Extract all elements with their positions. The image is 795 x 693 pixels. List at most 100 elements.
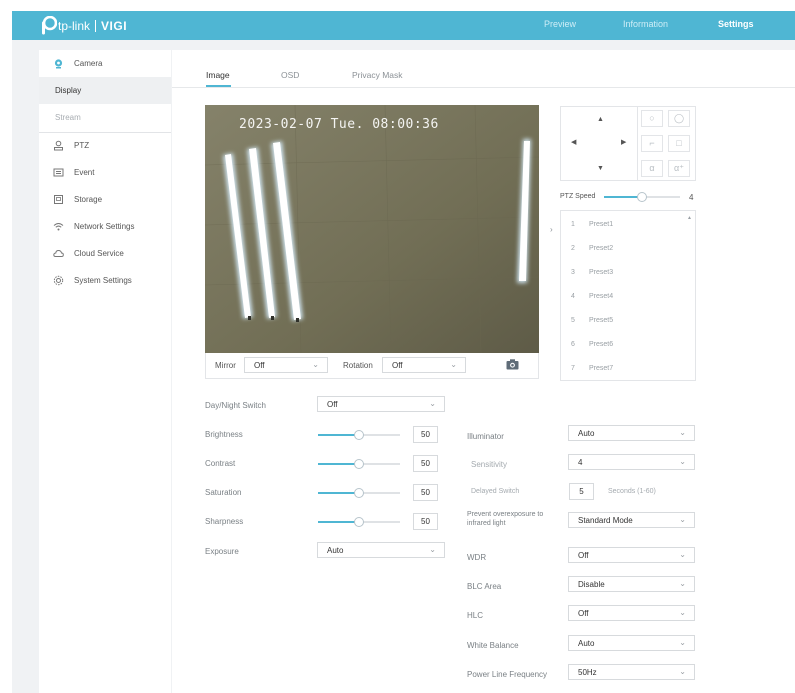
list-item[interactable]: 5 Preset5 <box>561 309 693 333</box>
power-line-frequency-label: Power Line Frequency <box>467 670 548 679</box>
list-item[interactable]: 4 Preset4 <box>561 285 693 309</box>
camera-scene <box>205 105 539 353</box>
nav-preview[interactable]: Preview <box>544 19 576 29</box>
mirror-select[interactable]: Off ⌄ <box>244 357 328 373</box>
list-item[interactable]: 7 Preset7 <box>561 357 693 380</box>
list-item[interactable]: 3 Preset3 <box>561 261 693 285</box>
hlc-value: Off <box>578 609 589 618</box>
blc-area-select[interactable]: Disable ⌄ <box>568 576 695 592</box>
wifi-icon <box>53 221 64 232</box>
focus-near-icon[interactable]: ○ <box>641 110 663 127</box>
contrast-input[interactable]: 50 <box>413 455 438 472</box>
sidebar-item-storage[interactable]: Storage <box>39 186 171 213</box>
slider-fill <box>318 521 359 523</box>
ptz-speed-value: 4 <box>689 193 694 202</box>
tab-privacy-mask[interactable]: Privacy Mask <box>352 70 403 80</box>
main-content: Image OSD Privacy Mask 2023-02-07 Tue. 0… <box>172 50 795 693</box>
ptz-right-arrow-icon[interactable]: ▶ <box>621 138 626 146</box>
tabs-divider <box>172 87 795 88</box>
snapshot-camera-icon[interactable] <box>506 359 519 372</box>
brightness-input[interactable]: 50 <box>413 426 438 443</box>
sidebar-item-system-settings[interactable]: System Settings <box>39 267 171 294</box>
hlc-select[interactable]: Off ⌄ <box>568 605 695 621</box>
sidebar-item-cloud-service[interactable]: Cloud Service <box>39 240 171 267</box>
iris-close-icon[interactable]: ⌐ <box>641 135 663 152</box>
slider-knob[interactable] <box>354 430 364 440</box>
zoom-in-icon[interactable]: α⁺ <box>668 160 690 177</box>
sidebar-item-ptz[interactable]: PTZ <box>39 132 171 159</box>
power-line-frequency-select[interactable]: 50Hz ⌄ <box>568 664 695 680</box>
slider-knob[interactable] <box>354 517 364 527</box>
prevent-overexposure-label-1: Prevent overexposure to <box>467 511 544 518</box>
ptz-speed-slider[interactable] <box>604 192 680 203</box>
slider-fill <box>318 463 359 465</box>
iris-open-icon[interactable]: □ <box>668 135 690 152</box>
ptz-up-arrow-icon[interactable]: ▲ <box>597 116 604 123</box>
day-night-select[interactable]: Off ⌄ <box>317 396 445 412</box>
sharpness-label: Sharpness <box>205 517 244 526</box>
video-toolbar: Mirror Off ⌄ Rotation Off ⌄ <box>205 353 539 379</box>
day-night-value: Off <box>327 400 338 409</box>
sidebar-item-label: PTZ <box>74 141 90 150</box>
white-balance-value: Auto <box>578 639 595 648</box>
wdr-select[interactable]: Off ⌄ <box>568 547 695 563</box>
sidebar: Camera Display Stream PTZ Event Storage <box>39 50 171 693</box>
sharpness-slider[interactable] <box>318 517 400 528</box>
delayed-switch-unit: Seconds (1-60) <box>608 488 656 495</box>
video-preview[interactable]: 2023-02-07 Tue. 08:00:36 <box>205 105 539 353</box>
white-balance-select[interactable]: Auto ⌄ <box>568 635 695 651</box>
list-item[interactable]: 2 Preset2 <box>561 237 693 261</box>
sidebar-item-stream[interactable]: Stream <box>39 104 171 131</box>
rotation-select[interactable]: Off ⌄ <box>382 357 466 373</box>
chevron-down-icon: ⌄ <box>429 545 436 554</box>
chevron-down-icon: ⌄ <box>679 515 686 524</box>
brightness-label: Brightness <box>205 430 243 439</box>
logo-text: tp-link <box>58 18 91 33</box>
saturation-slider[interactable] <box>318 488 400 499</box>
slider-knob[interactable] <box>637 192 647 202</box>
ptz-down-arrow-icon[interactable]: ▼ <box>597 165 604 172</box>
chevron-down-icon: ⌄ <box>679 638 686 647</box>
day-night-label: Day/Night Switch <box>205 401 266 410</box>
rotation-label: Rotation <box>343 361 373 370</box>
contrast-slider[interactable] <box>318 459 400 470</box>
sidebar-item-camera[interactable]: Camera <box>39 50 171 77</box>
exposure-select[interactable]: Auto ⌄ <box>317 542 445 558</box>
chevron-down-icon: ⌄ <box>679 579 686 588</box>
sidebar-item-network-settings[interactable]: Network Settings <box>39 213 171 240</box>
top-bar: tp-link VIGI Preview Information Setting… <box>12 11 795 40</box>
list-item[interactable]: 6 Preset6 <box>561 333 693 357</box>
saturation-input[interactable]: 50 <box>413 484 438 501</box>
tab-osd[interactable]: OSD <box>281 70 299 80</box>
nav-information[interactable]: Information <box>623 19 668 29</box>
tab-image[interactable]: Image <box>206 70 230 80</box>
brightness-slider[interactable] <box>318 430 400 441</box>
sensitivity-select[interactable]: 4 ⌄ <box>568 454 695 470</box>
zoom-out-icon[interactable]: α <box>641 160 663 177</box>
tp-link-logo: tp-link VIGI <box>39 15 127 36</box>
ptz-left-arrow-icon[interactable]: ◀ <box>571 138 576 146</box>
hlc-label: HLC <box>467 611 484 620</box>
cloud-icon <box>53 248 64 259</box>
sharpness-input[interactable]: 50 <box>413 513 438 530</box>
chevron-down-icon: ⌄ <box>679 550 686 559</box>
prevent-overexposure-value: Standard Mode <box>578 516 633 525</box>
slider-knob[interactable] <box>354 459 364 469</box>
collapse-panel-icon[interactable]: › <box>550 225 553 234</box>
nav-settings[interactable]: Settings <box>718 19 754 29</box>
sidebar-item-display[interactable]: Display <box>39 77 171 104</box>
sidebar-item-label: Cloud Service <box>74 249 124 258</box>
sidebar-item-event[interactable]: Event <box>39 159 171 186</box>
sidebar-item-label: Storage <box>74 195 103 204</box>
illuminator-select[interactable]: Auto ⌄ <box>568 425 695 441</box>
sensitivity-label: Sensitivity <box>471 460 508 469</box>
prevent-overexposure-select[interactable]: Standard Mode ⌄ <box>568 512 695 528</box>
chevron-down-icon: ⌄ <box>679 457 686 466</box>
ptz-divider <box>637 107 638 180</box>
delayed-switch-input[interactable]: 5 <box>569 483 594 500</box>
sidebar-item-label: Camera <box>74 59 103 68</box>
list-item[interactable]: 1 Preset1 <box>561 213 693 237</box>
slider-knob[interactable] <box>354 488 364 498</box>
power-line-frequency-value: 50Hz <box>578 668 597 677</box>
focus-far-icon[interactable]: ◯ <box>668 110 690 127</box>
